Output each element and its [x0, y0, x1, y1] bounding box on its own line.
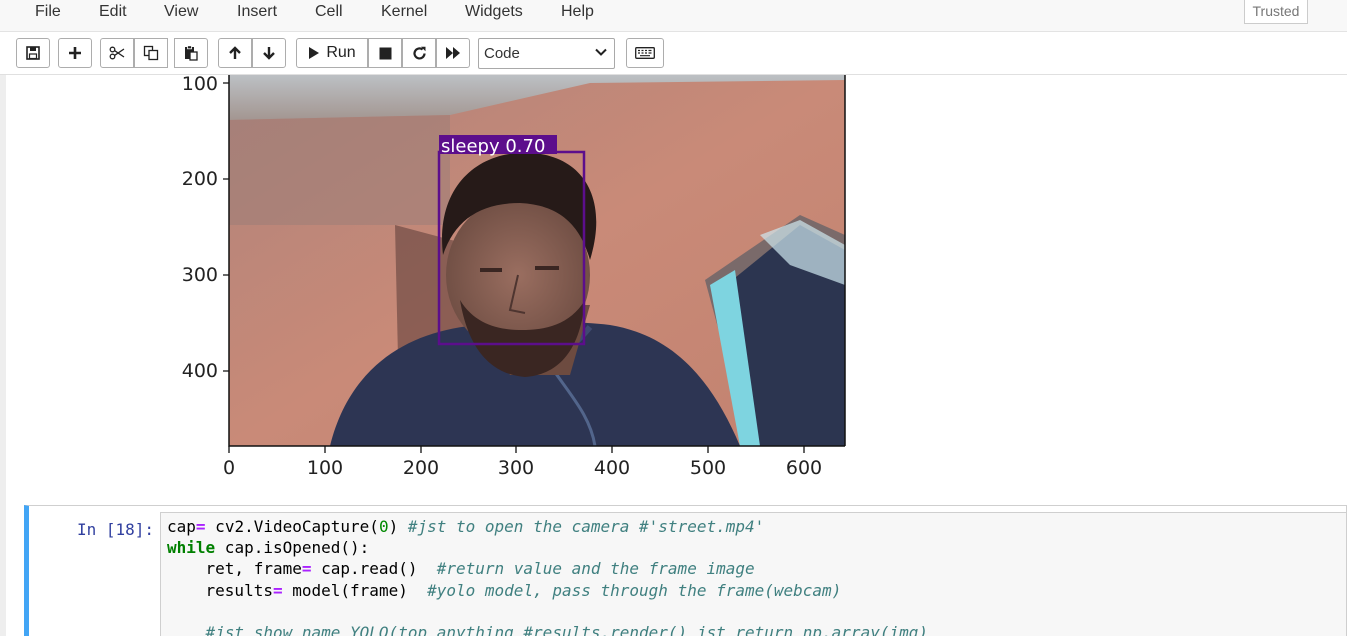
menu-help[interactable]: Help	[561, 3, 594, 21]
menubar: File Edit View Insert Cell Kernel Widget…	[0, 0, 1347, 32]
play-icon	[308, 46, 320, 60]
restart-button[interactable]	[402, 38, 436, 68]
move-up-button[interactable]	[218, 38, 252, 68]
menu-file[interactable]: File	[35, 3, 61, 21]
code-token: )	[388, 517, 408, 536]
copy-icon	[143, 45, 159, 61]
code-comment: #return value and the frame image	[436, 559, 755, 578]
x-tick-label: 400	[593, 457, 631, 479]
run-label: Run	[326, 44, 356, 61]
save-icon	[26, 46, 40, 60]
fast-forward-icon	[445, 46, 461, 60]
move-down-button[interactable]	[252, 38, 286, 68]
x-tick-label: 300	[497, 457, 535, 479]
y-tick-label: 400	[181, 360, 218, 382]
menu-edit[interactable]: Edit	[99, 3, 127, 21]
code-token: cap.read()	[311, 559, 437, 578]
notebook-area: sleepy 0.70 100 200 300 400 0 100 200 30…	[0, 75, 1347, 636]
cell-type-value: Code	[484, 45, 520, 62]
run-button[interactable]: Run	[296, 38, 368, 68]
code-token: =	[301, 559, 312, 578]
code-line: ret, frame= cap.read() #return value and…	[167, 559, 755, 578]
y-tick-label: 200	[181, 168, 218, 190]
menu-kernel[interactable]: Kernel	[381, 3, 427, 21]
stop-icon	[379, 47, 392, 60]
cut-button[interactable]	[100, 38, 134, 68]
code-token: cap.isOpened():	[215, 538, 370, 557]
insert-cell-button[interactable]	[58, 38, 92, 68]
copy-button[interactable]	[134, 38, 168, 68]
code-line: cap= cv2.VideoCapture(0) #jst to open th…	[167, 517, 764, 536]
keyboard-icon	[635, 47, 655, 59]
code-token: =	[272, 581, 283, 600]
trusted-indicator[interactable]: Trusted	[1244, 0, 1308, 24]
paste-icon	[184, 45, 198, 61]
notebook-gutter	[0, 75, 6, 636]
code-comment: #jst show name YOLO(top anything #result…	[167, 623, 928, 636]
x-tick-label: 600	[785, 457, 823, 479]
arrow-up-icon	[228, 46, 242, 60]
plus-icon	[68, 46, 82, 60]
cell-prompt: In [18]:	[76, 520, 154, 539]
code-token: cv2.VideoCapture(	[205, 517, 379, 536]
code-line: #jst show name YOLO(top anything #result…	[167, 623, 928, 636]
code-comment: #yolo model, pass through the frame(webc…	[427, 581, 842, 600]
code-token: results	[167, 581, 273, 600]
webcam-plot: sleepy 0.70	[223, 75, 846, 453]
command-palette-button[interactable]	[626, 38, 664, 68]
arrow-down-icon	[262, 46, 276, 60]
code-editor[interactable]: cap= cv2.VideoCapture(0) #jst to open th…	[160, 512, 1347, 636]
code-line: while cap.isOpened():	[167, 538, 369, 557]
scissors-icon	[109, 46, 125, 60]
x-tick-label: 200	[402, 457, 440, 479]
chevron-down-icon	[594, 45, 608, 63]
y-tick-label: 100	[181, 75, 218, 95]
code-token: ret, frame	[167, 559, 302, 578]
code-token: =	[195, 517, 206, 536]
code-token: 0	[378, 517, 389, 536]
paste-button[interactable]	[174, 38, 208, 68]
detection-label: sleepy 0.70	[441, 136, 545, 157]
interrupt-button[interactable]	[368, 38, 402, 68]
code-token: model(frame)	[282, 581, 428, 600]
code-comment: #jst to open the camera #'street.mp4'	[407, 517, 765, 536]
y-tick-label: 300	[181, 264, 218, 286]
code-line: results= model(frame) #yolo model, pass …	[167, 581, 842, 600]
menu-view[interactable]: View	[164, 3, 198, 21]
cell-type-select[interactable]: Code	[478, 38, 615, 69]
code-token: cap	[167, 517, 196, 536]
x-tick-label: 500	[689, 457, 727, 479]
code-keyword: while	[167, 538, 216, 557]
restart-run-all-button[interactable]	[436, 38, 470, 68]
save-button[interactable]	[16, 38, 50, 68]
menu-widgets[interactable]: Widgets	[465, 3, 523, 21]
x-tick-label: 0	[222, 457, 236, 479]
menu-cell[interactable]: Cell	[315, 3, 343, 21]
menu-insert[interactable]: Insert	[237, 3, 277, 21]
toolbar: Run	[0, 32, 1347, 75]
restart-icon	[412, 46, 427, 61]
x-tick-label: 100	[306, 457, 344, 479]
